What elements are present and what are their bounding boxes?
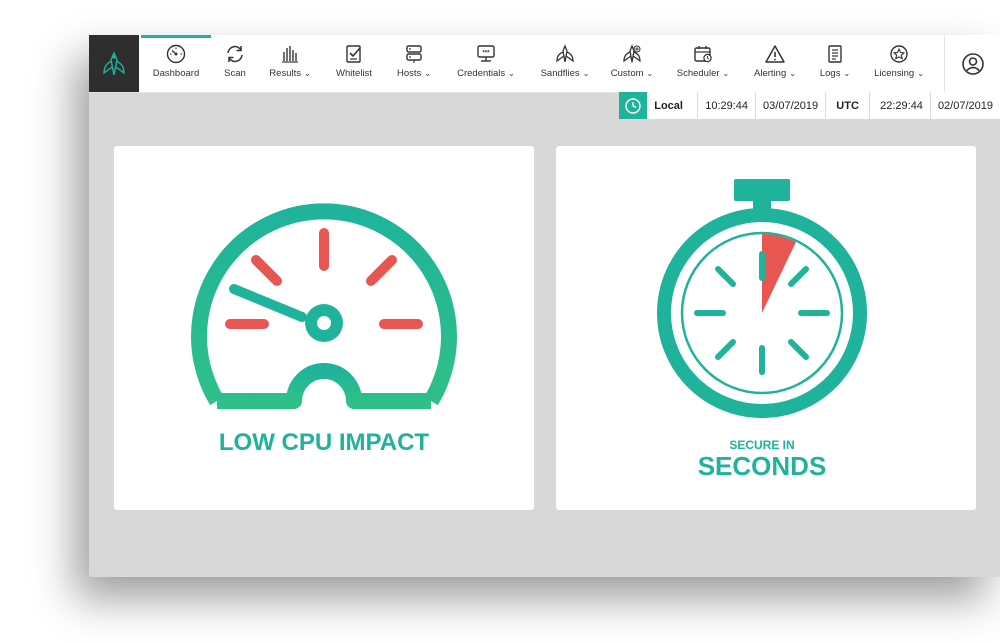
chevron-down-icon: ⌄ — [303, 69, 311, 78]
nav-licensing-label: Licensing ⌄ — [874, 68, 924, 79]
nav-whitelist[interactable]: Whitelist — [321, 35, 387, 92]
custom-sandfly-icon — [623, 44, 641, 63]
nav-whitelist-label: Whitelist — [336, 68, 372, 79]
nav-hosts[interactable]: Hosts ⌄ — [387, 35, 441, 92]
nav-alerting-label: Alerting ⌄ — [754, 68, 796, 79]
nav-results-label: Results ⌄ — [269, 68, 311, 79]
scheduler-calendar-icon — [694, 46, 712, 63]
utc-date: 02/07/2019 — [929, 92, 1000, 119]
nav-scan-label: Scan — [224, 68, 246, 79]
nav-custom[interactable]: Custom ⌄ — [599, 35, 665, 92]
clock-bar: Local 10:29:44 03/07/2019 UTC 22:29:44 0… — [619, 92, 1000, 119]
user-profile-button[interactable] — [944, 35, 1000, 92]
nav-results[interactable]: Results ⌄ — [259, 35, 321, 92]
local-date: 03/07/2019 — [755, 92, 825, 119]
main-nav: Dashboard Scan Results ⌄ Whitelist Hosts ⌄… — [141, 35, 937, 92]
local-label: Local — [654, 99, 683, 112]
nav-dashboard-label: Dashboard — [152, 68, 200, 79]
utc-time: 22:29:44 — [869, 92, 930, 119]
chevron-down-icon: ⌄ — [722, 69, 730, 78]
chevron-down-icon: ⌄ — [424, 69, 431, 78]
top-navigation-bar: Dashboard Scan Results ⌄ Whitelist Hosts ⌄… — [89, 35, 1000, 93]
sandfly-logo-icon — [103, 50, 125, 75]
nav-alerting[interactable]: Alerting ⌄ — [741, 35, 809, 92]
alert-triangle-icon — [765, 45, 785, 63]
chevron-down-icon: ⌄ — [843, 69, 851, 78]
nav-hosts-label: Hosts ⌄ — [397, 68, 431, 79]
hosts-server-icon — [406, 45, 422, 63]
stopwatch-icon: SECURE IN SECONDS — [657, 179, 867, 481]
logs-document-icon — [828, 45, 842, 63]
nav-scan[interactable]: Scan — [211, 35, 259, 92]
chevron-down-icon: ⌄ — [917, 69, 924, 78]
low-cpu-impact-title: LOW CPU IMPACT — [219, 429, 430, 456]
scan-refresh-icon — [227, 45, 243, 63]
nav-sandflies[interactable]: Sandflies ⌄ — [531, 35, 599, 92]
nav-scheduler-label: Scheduler ⌄ — [676, 68, 730, 79]
user-avatar-icon — [961, 52, 984, 75]
clock-icon-cell — [619, 92, 648, 119]
local-time: 10:29:44 — [697, 92, 755, 119]
nav-licensing[interactable]: Licensing ⌄ — [861, 35, 937, 92]
nav-logs[interactable]: Logs ⌄ — [809, 35, 861, 92]
chevron-down-icon: ⌄ — [789, 69, 796, 78]
chevron-down-icon: ⌄ — [582, 69, 590, 78]
nav-scheduler[interactable]: Scheduler ⌄ — [665, 35, 741, 92]
svg-text:***: *** — [482, 51, 490, 57]
whitelist-checklist-icon — [346, 45, 361, 63]
nav-logs-label: Logs ⌄ — [819, 68, 851, 79]
app-window: Dashboard Scan Results ⌄ Whitelist Hosts ⌄… — [89, 35, 1000, 577]
dashboard-gauge-icon — [166, 44, 186, 64]
chevron-down-icon: ⌄ — [508, 69, 515, 78]
nav-credentials-label: Credentials ⌄ — [457, 68, 515, 79]
speedometer-gauge-icon: LOW CPU IMPACT — [191, 203, 457, 456]
secure-in-label: SECURE IN — [729, 438, 794, 452]
nav-dashboard[interactable]: Dashboard — [141, 35, 211, 92]
utc-label: UTC — [825, 92, 869, 119]
results-bars-icon — [282, 46, 298, 63]
nav-credentials[interactable]: *** Credentials ⌄ — [441, 35, 531, 92]
secure-in-seconds-card: SECURE IN SECONDS — [556, 146, 976, 510]
seconds-label: SECONDS — [698, 451, 827, 481]
sandfly-icon — [556, 44, 574, 63]
nav-custom-label: Custom ⌄ — [610, 68, 654, 79]
credentials-key-icon: *** — [477, 45, 495, 62]
chevron-down-icon: ⌄ — [646, 69, 654, 78]
low-cpu-impact-card: LOW CPU IMPACT — [114, 146, 534, 510]
licensing-badge-icon — [890, 45, 908, 63]
brand-logo[interactable] — [89, 35, 139, 92]
nav-sandflies-label: Sandflies ⌄ — [540, 68, 590, 79]
clock-icon — [625, 97, 641, 114]
